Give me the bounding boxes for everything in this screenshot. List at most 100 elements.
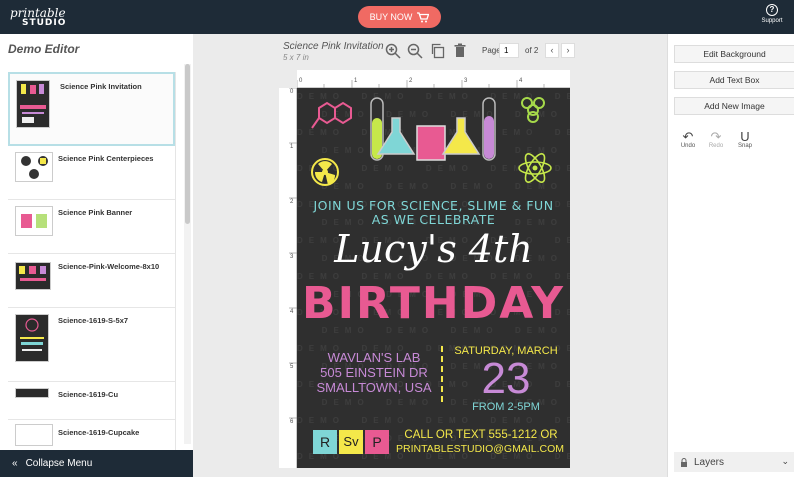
lock-icon — [681, 457, 687, 467]
design-thumbnail — [15, 424, 53, 446]
horizontal-ruler: 0 1 2 3 4 — [297, 70, 570, 88]
address-line1[interactable]: WAVLAN'S LAB — [315, 350, 433, 365]
copy-icon[interactable] — [430, 43, 446, 59]
ruler-tick-label: 5 — [290, 364, 294, 370]
address-block: WAVLAN'S LAB 505 EINSTEIN DR SMALLTOWN, … — [315, 350, 433, 395]
contact-line2[interactable]: PRINTABLESTUDIO@GMAIL.COM — [395, 443, 565, 455]
ruler-tick-label: 0 — [290, 89, 294, 95]
contact-line1[interactable]: CALL OR TEXT 555-1212 OR — [401, 429, 561, 441]
design-item[interactable]: Science-1619-Cupcake — [8, 420, 175, 450]
ruler-tick-label: 1 — [354, 78, 358, 84]
invitation-canvas[interactable]: DEMO DEMO DEMO DEMO DEMO DEMO DEMO DEMO … — [297, 88, 570, 468]
invite-name[interactable]: Lucy's 4th — [297, 227, 570, 271]
support-label: Support — [761, 18, 783, 24]
ruler-tick-label: 0 — [299, 78, 303, 84]
logo-line2: STUDIO — [22, 18, 67, 28]
ruler-tick-label: 3 — [290, 254, 294, 260]
design-item[interactable]: Science-Pink-Welcome-8x10 — [8, 254, 175, 308]
zoom-in-icon[interactable] — [385, 43, 401, 59]
date-day[interactable]: 23 — [447, 357, 565, 401]
ruler-tick-label: 2 — [290, 199, 294, 205]
design-item-label: Science Pink Banner — [58, 208, 133, 217]
design-item-label: Science-Pink-Welcome-8x10 — [58, 262, 160, 271]
zoom-out-icon[interactable] — [407, 43, 423, 59]
undo-label: Undo — [680, 143, 696, 149]
design-item-label: Science Pink Invitation — [60, 82, 142, 91]
ruler-tick-label: 2 — [409, 78, 413, 84]
address-line2[interactable]: 505 EINSTEIN DR — [315, 365, 433, 380]
chevron-right-icon: › — [566, 45, 570, 55]
add-new-image-button[interactable]: Add New Image — [674, 97, 794, 115]
chevron-down-icon: ⌄ — [781, 456, 789, 466]
double-chevron-left-icon: « — [12, 458, 18, 469]
address-line3[interactable]: SMALLTOWN, USA — [315, 380, 433, 395]
logo-line1: printable — [10, 6, 66, 20]
scrollbar-thumb[interactable] — [185, 64, 190, 224]
collapse-menu-label: Collapse Menu — [25, 458, 93, 469]
design-item-label: Science-1619-Cu — [58, 390, 119, 399]
buy-now-button[interactable]: BUY NOW — [358, 6, 441, 28]
chevron-left-icon: ‹ — [550, 45, 554, 55]
sidebar-title: Demo Editor — [8, 42, 80, 56]
invite-line2[interactable]: AS WE CELEBRATE — [297, 212, 570, 227]
periodic-tile[interactable]: Sv — [339, 430, 363, 454]
periodic-tile[interactable]: P — [365, 430, 389, 454]
periodic-tiles: R Sv P — [313, 430, 389, 454]
redo-label: Redo — [708, 143, 724, 149]
design-list: Science Pink Invitation Science Pink Cen… — [8, 72, 176, 450]
invite-line1[interactable]: JOIN US FOR SCIENCE, SLIME & FUN — [297, 198, 570, 213]
collapse-menu-button[interactable]: « Collapse Menu — [0, 450, 193, 477]
design-item-label: Science Pink Centerpieces — [58, 154, 154, 163]
redo-icon: ↷ — [710, 129, 722, 144]
prev-page-button[interactable]: ‹ — [545, 43, 559, 58]
invite-birthday[interactable]: BIRTHDAY — [297, 278, 570, 329]
design-thumbnail — [15, 206, 53, 236]
divider — [441, 346, 443, 402]
canvas-area: Science Pink Invitation 5 x 7 in Page of… — [193, 34, 667, 477]
design-item[interactable]: Science-1619-Cu — [8, 382, 175, 420]
redo-button[interactable]: ↷ Redo — [705, 130, 727, 149]
design-item[interactable]: Science Pink Invitation — [8, 72, 175, 146]
sidebar-scrollbar[interactable] — [184, 64, 191, 444]
date-time[interactable]: FROM 2-5PM — [447, 401, 565, 413]
right-panel: Edit Background Add Text Box Add New Ima… — [667, 34, 794, 477]
trash-icon[interactable] — [452, 43, 468, 59]
layers-label: Layers — [694, 456, 725, 468]
magnet-icon: U — [740, 129, 750, 144]
next-page-button[interactable]: › — [561, 43, 575, 58]
undo-button[interactable]: ↶ Undo — [677, 130, 699, 149]
snap-button[interactable]: U Snap — [734, 130, 756, 149]
periodic-tile[interactable]: R — [313, 430, 337, 454]
date-block: SATURDAY, MARCH 23 FROM 2-5PM — [447, 345, 565, 413]
design-item[interactable]: Science Pink Banner — [8, 200, 175, 254]
project-title: Science Pink Invitation — [283, 41, 384, 52]
layers-panel-toggle[interactable]: Layers ⌄ — [674, 452, 794, 472]
design-item[interactable]: Science Pink Centerpieces — [8, 146, 175, 200]
help-icon: ? — [766, 4, 778, 16]
add-text-box-button[interactable]: Add Text Box — [674, 71, 794, 89]
logo[interactable]: printable STUDIO — [10, 6, 67, 28]
design-thumbnail — [15, 388, 49, 398]
ruler-tick-label: 4 — [290, 309, 294, 315]
page-number-input[interactable] — [499, 43, 519, 58]
design-thumbnail — [15, 314, 49, 362]
ruler-tick-label: 6 — [290, 419, 294, 425]
ruler-tick-label: 1 — [290, 144, 294, 150]
design-item-label: Science-1619-Cupcake — [58, 428, 140, 437]
ruler-tick-label: 3 — [464, 78, 468, 84]
design-item[interactable]: Science-1619-S-5x7 — [8, 308, 175, 382]
snap-label: Snap — [737, 143, 752, 149]
design-thumbnail — [15, 262, 51, 290]
undo-icon: ↶ — [682, 129, 694, 144]
vertical-ruler: 0 1 2 3 4 5 6 — [279, 88, 297, 468]
buy-now-label: BUY NOW — [369, 12, 413, 22]
design-thumbnail — [16, 80, 50, 128]
design-item-label: Science-1619-S-5x7 — [58, 316, 129, 325]
cart-icon — [417, 11, 430, 22]
page-label: Page — [482, 46, 501, 55]
page-count: of 2 — [525, 46, 539, 55]
science-illustration — [311, 97, 552, 186]
support-button[interactable]: ? Support — [756, 4, 788, 24]
sidebar: Demo Editor Science Pink Invitation Scie… — [0, 34, 193, 450]
edit-background-button[interactable]: Edit Background — [674, 45, 794, 63]
